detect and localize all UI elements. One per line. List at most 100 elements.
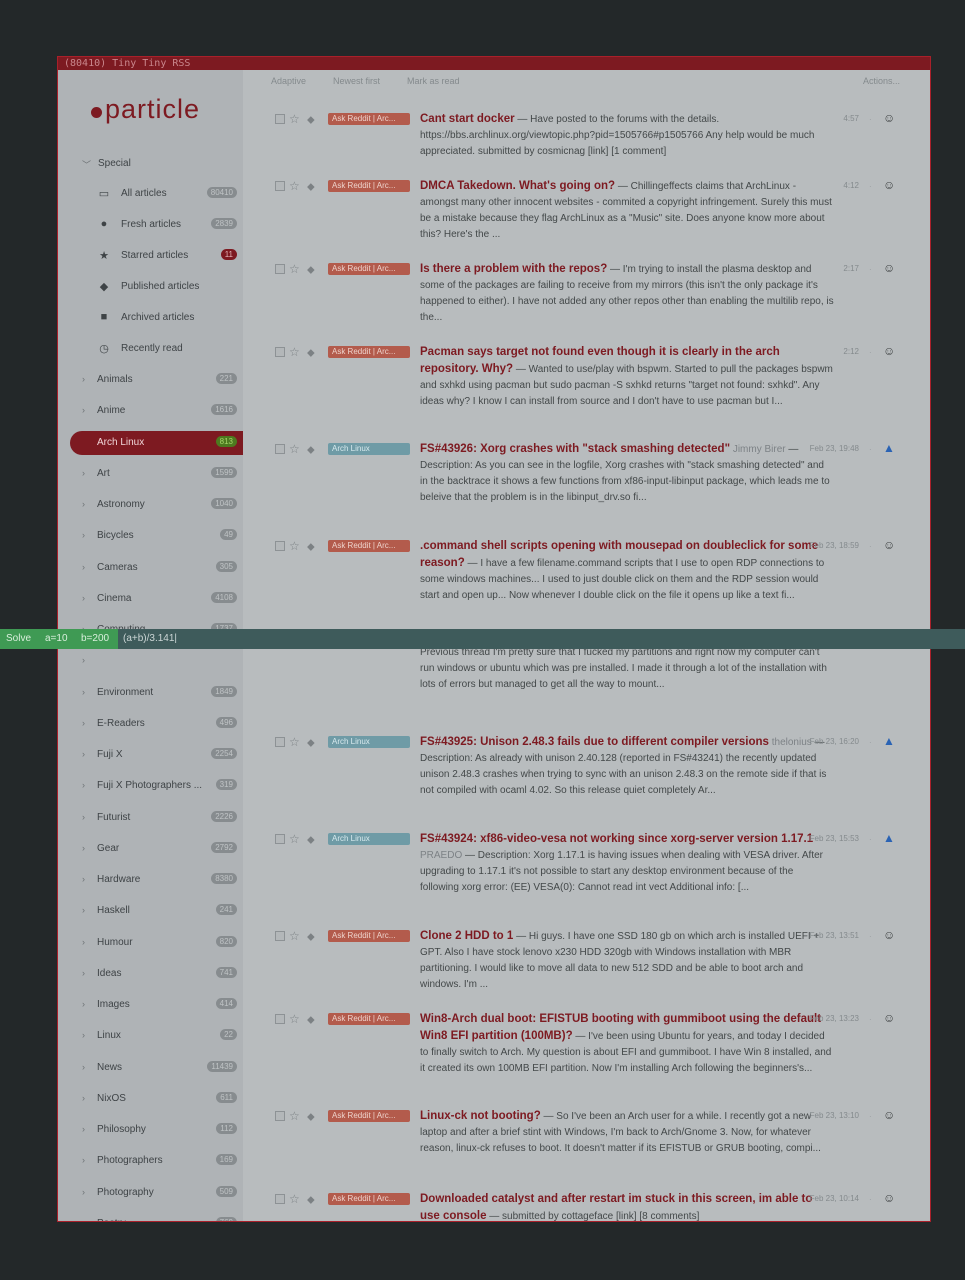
sidebar-item-feed[interactable]: › Poetry 769 [58,1212,243,1221]
feed-badge[interactable]: Ask Reddit | Arc... [328,346,410,358]
article-title[interactable]: Is there a problem with the repos? [420,263,607,275]
sidebar-item-special[interactable]: ◆ Published articles [58,275,243,299]
sidebar-item-special[interactable]: ▭ All articles 80410 [58,182,243,206]
chevron-right-icon[interactable]: › [82,749,85,759]
tag-icon[interactable]: ⬥ [307,1192,315,1208]
sidebar-item-feed[interactable]: › Fuji X Photographers ... 319 [58,774,243,798]
chevron-right-icon[interactable]: › [82,655,85,665]
tag-icon[interactable]: ⬥ [307,179,315,195]
sidebar-item-feed[interactable]: Arch Linux 813 [70,430,243,455]
sidebar-item-feed[interactable]: › [58,649,243,673]
feed-badge[interactable]: Ask Reddit | Arc... [328,1193,410,1205]
sidebar-item-feed[interactable]: › Cameras 305 [58,556,243,580]
sidebar-item-feed[interactable]: › E-Readers 496 [58,712,243,736]
sidebar-item-feed[interactable]: › Haskell 241 [58,899,243,923]
select-checkbox[interactable] [275,1111,285,1121]
feed-badge[interactable]: Arch Linux [328,833,410,845]
chevron-right-icon[interactable]: › [82,1124,85,1134]
chevron-right-icon[interactable]: › [82,874,85,884]
chevron-right-icon[interactable]: › [82,1218,85,1221]
feed-badge[interactable]: Ask Reddit | Arc... [328,263,410,275]
sidebar-item-feed[interactable]: › Humour 820 [58,931,243,955]
sidebar-item-special[interactable]: ◷ Recently read [58,337,243,361]
star-icon[interactable]: ☆ [289,831,300,847]
tag-icon[interactable]: ⬥ [307,539,315,555]
article-title[interactable]: FS#43926: Xorg crashes with "stack smash… [420,443,730,455]
actions-menu[interactable]: Actions... [863,76,900,86]
chevron-right-icon[interactable]: › [82,1062,85,1072]
star-icon[interactable]: ☆ [289,1191,300,1207]
chevron-right-icon[interactable]: › [82,687,85,697]
feed-badge[interactable]: Ask Reddit | Arc... [328,1110,410,1122]
tag-icon[interactable]: ⬥ [307,345,315,361]
star-icon[interactable]: ☆ [289,1011,300,1027]
tag-icon[interactable]: ⬥ [307,929,315,945]
feed-badge[interactable]: Ask Reddit | Arc... [328,113,410,125]
sidebar-item-feed[interactable]: › Philosophy 112 [58,1118,243,1142]
tag-icon[interactable]: ⬥ [307,442,315,458]
sidebar-item-special[interactable]: ● Fresh articles 2839 [58,213,243,237]
select-checkbox[interactable] [275,931,285,941]
feed-badge[interactable]: Ask Reddit | Arc... [328,930,410,942]
star-icon[interactable]: ☆ [289,441,300,457]
sidebar-item-special[interactable]: ■ Archived articles [58,306,243,330]
chevron-right-icon[interactable]: › [82,1187,85,1197]
article-title[interactable]: DMCA Takedown. What's going on? [420,180,615,192]
chevron-right-icon[interactable]: › [82,812,85,822]
sidebar-item-feed[interactable]: › Animals 221 [58,368,243,392]
chevron-right-icon[interactable]: › [82,530,85,540]
chevron-right-icon[interactable]: › [82,374,85,384]
sidebar-item-feed[interactable]: › Fuji X 2254 [58,743,243,767]
sidebar-item-special[interactable]: ★ Starred articles 11 [58,244,243,268]
article-title[interactable]: Clone 2 HDD to 1 [420,930,513,942]
chevron-right-icon[interactable]: › [82,999,85,1009]
select-checkbox[interactable] [275,181,285,191]
article-title[interactable]: Linux-ck not booting? [420,1110,541,1122]
tag-icon[interactable]: ⬥ [307,1109,315,1125]
star-icon[interactable]: ☆ [289,928,300,944]
chevron-right-icon[interactable]: › [82,1155,85,1165]
sidebar-item-feed[interactable]: › Anime 1616 [58,399,243,423]
chevron-down-icon[interactable]: ﹀ [82,158,91,171]
chevron-right-icon[interactable]: › [82,405,85,415]
article-title[interactable]: Cant start docker [420,113,515,125]
sidebar-item-feed[interactable]: › Photography 509 [58,1181,243,1205]
order-select[interactable]: Newest first [333,76,380,86]
tag-icon[interactable]: ⬥ [307,1012,315,1028]
feed-badge[interactable]: Ask Reddit | Arc... [328,540,410,552]
chevron-right-icon[interactable]: › [82,468,85,478]
chevron-right-icon[interactable]: › [82,562,85,572]
sidebar-item-feed[interactable]: › Ideas 741 [58,962,243,986]
chevron-right-icon[interactable]: › [82,718,85,728]
tag-icon[interactable]: ⬥ [307,735,315,751]
chevron-right-icon[interactable]: › [82,780,85,790]
article-title[interactable]: FS#43925: Unison 2.48.3 fails due to dif… [420,736,769,748]
star-icon[interactable]: ☆ [289,1108,300,1124]
chevron-right-icon[interactable]: › [82,937,85,947]
select-checkbox[interactable] [275,347,285,357]
special-category[interactable]: ﹀ Special [58,152,243,176]
sidebar-item-feed[interactable]: › Photographers 169 [58,1149,243,1173]
sidebar-item-feed[interactable]: › Images 414 [58,993,243,1017]
sidebar-item-feed[interactable]: › News 11439 [58,1056,243,1080]
chevron-right-icon[interactable]: › [82,843,85,853]
select-checkbox[interactable] [275,541,285,551]
star-icon[interactable]: ☆ [289,538,300,554]
sidebar-item-feed[interactable]: › NixOS 611 [58,1087,243,1111]
tag-icon[interactable]: ⬥ [307,832,315,848]
select-checkbox[interactable] [275,737,285,747]
chevron-right-icon[interactable]: › [82,1093,85,1103]
select-checkbox[interactable] [275,1194,285,1204]
select-checkbox[interactable] [275,834,285,844]
sidebar-item-feed[interactable]: › Art 1599 [58,462,243,486]
tag-icon[interactable]: ⬥ [307,112,315,128]
star-icon[interactable]: ☆ [289,734,300,750]
chevron-right-icon[interactable]: › [82,499,85,509]
select-checkbox[interactable] [275,264,285,274]
feed-badge[interactable]: Arch Linux [328,443,410,455]
sidebar-item-feed[interactable]: › Astronomy 1040 [58,493,243,517]
sidebar-item-feed[interactable]: › Gear 2792 [58,837,243,861]
chevron-right-icon[interactable]: › [82,968,85,978]
chevron-right-icon[interactable]: › [82,1030,85,1040]
star-icon[interactable]: ☆ [289,344,300,360]
